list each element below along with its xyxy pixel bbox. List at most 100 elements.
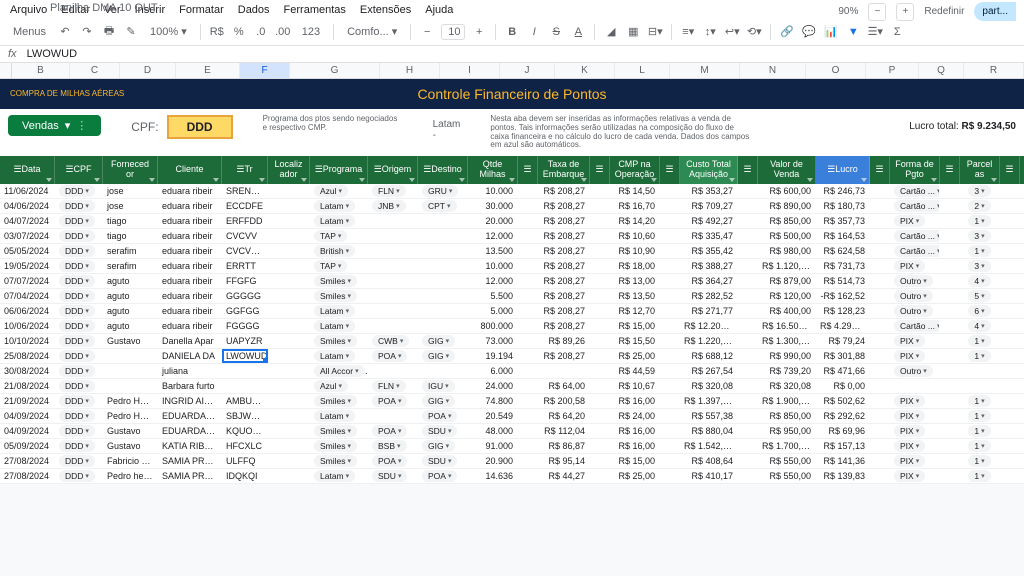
cell-datapgto[interactable]: 04/09/2024 <box>1020 426 1024 436</box>
cell-valor[interactable]: R$ 990,00 <box>758 351 816 361</box>
cell-qtde[interactable]: 12.000 <box>468 231 518 241</box>
cell-custo[interactable]: R$ 410,17 <box>680 471 738 481</box>
cell-taxa[interactable]: R$ 208,27 <box>538 246 590 256</box>
col-P[interactable]: P <box>866 63 919 78</box>
cell-cmp[interactable]: R$ 25,00 <box>610 471 660 481</box>
cell-destino[interactable]: IGU <box>418 380 468 392</box>
cell-programa[interactable]: Azul <box>310 185 368 197</box>
cell-custo[interactable]: R$ 267,54 <box>680 366 738 376</box>
col-D[interactable]: D <box>120 63 176 78</box>
cell-valor[interactable]: R$ 1.120,00 <box>758 261 816 271</box>
cell-cliente[interactable]: eduara ribeir <box>158 276 222 286</box>
cell-programa[interactable]: Smiles <box>310 275 368 287</box>
col-G[interactable]: G <box>290 63 380 78</box>
table-row[interactable]: 04/07/2024DDDtiagoeduara ribeirERFFDDLat… <box>0 214 1024 229</box>
cell-cmp[interactable]: R$ 25,00 <box>610 351 660 361</box>
cell-parcelas[interactable]: 1 <box>960 470 1000 482</box>
cell-forma[interactable]: Cartão ... <box>890 245 940 257</box>
cell-custo[interactable]: R$ 388,27 <box>680 261 738 271</box>
cell-cmp[interactable]: R$ 44,59 <box>610 366 660 376</box>
cell-lucro[interactable]: -R$ 162,52 <box>816 291 870 301</box>
cell-data[interactable]: 10/10/2024 <box>0 336 55 346</box>
cell-programa[interactable]: Latam <box>310 410 368 422</box>
cell-forma[interactable]: Outro <box>890 365 940 377</box>
cell-valor[interactable]: R$ 550,00 <box>758 456 816 466</box>
redo-icon[interactable]: ↷ <box>79 24 95 40</box>
col-R[interactable]: R <box>964 63 1024 78</box>
cell-cliente[interactable]: eduara ribeir <box>158 216 222 226</box>
menu-formatar[interactable]: Formatar <box>179 4 224 16</box>
cell-qtde[interactable]: 5.000 <box>468 306 518 316</box>
cell-tr[interactable]: CVCVCV <box>222 246 268 256</box>
hdr-lucro[interactable]: ☰ Lucro <box>816 156 870 184</box>
cell-custo[interactable]: R$ 1.397,38 <box>680 396 738 406</box>
cell-qtde[interactable]: 19.194 <box>468 351 518 361</box>
cell-cmp[interactable]: R$ 16,70 <box>610 201 660 211</box>
cell-programa[interactable]: British <box>310 245 368 257</box>
hdr-valor[interactable]: Valor de Venda <box>758 156 816 184</box>
cell-datapgto[interactable]: 21/09/2024 <box>1020 396 1024 406</box>
cell-data[interactable]: 07/07/2024 <box>0 276 55 286</box>
percent-icon[interactable]: % <box>231 24 247 40</box>
col-M[interactable]: M <box>670 63 740 78</box>
cell-datapgto[interactable]: 30/08/2024 <box>1020 366 1024 376</box>
table-row[interactable]: 04/09/2024DDDPedro HenriqEDUARDA/LESBJWU… <box>0 409 1024 424</box>
hdr-qtde[interactable]: Qtde Milhas <box>468 156 518 184</box>
cell-taxa[interactable]: R$ 208,27 <box>538 261 590 271</box>
cell-forma[interactable]: PIX <box>890 260 940 272</box>
cell-forma[interactable]: PIX <box>890 455 940 467</box>
cell-forma[interactable]: Cartão ... <box>890 200 940 212</box>
zoom-reset-button[interactable]: Redefinir <box>924 6 964 17</box>
menu-extensoes[interactable]: Extensões <box>360 4 411 16</box>
cell-custo[interactable]: R$ 355,42 <box>680 246 738 256</box>
cell-forma[interactable]: Outro <box>890 290 940 302</box>
cell-forma[interactable]: Cartão ... <box>890 185 940 197</box>
cell-origem[interactable]: FLN <box>368 380 418 392</box>
cell-cliente[interactable]: eduara ribeir <box>158 306 222 316</box>
hdr-taxa[interactable]: Taxa de Embarque <box>538 156 590 184</box>
cell-qtde[interactable]: 24.000 <box>468 381 518 391</box>
cell-custo[interactable]: R$ 1.220,76 <box>680 336 738 346</box>
cell-lucro[interactable]: R$ 502,62 <box>816 396 870 406</box>
cell-cliente[interactable]: eduara ribeir <box>158 186 222 196</box>
hdr-cmp[interactable]: CMP na Operação <box>610 156 660 184</box>
cell-fornecedor[interactable]: Gustavo <box>103 441 158 451</box>
col-L[interactable]: L <box>615 63 670 78</box>
decrease-decimal-icon[interactable]: .0 <box>253 24 269 40</box>
filter-views-icon[interactable]: ☰▾ <box>867 24 883 40</box>
cell-parcelas[interactable]: 1 <box>960 455 1000 467</box>
cell-fornecedor[interactable]: serafim <box>103 261 158 271</box>
merge-icon[interactable]: ⊟▾ <box>647 24 663 40</box>
cell-cmp[interactable]: R$ 13,50 <box>610 291 660 301</box>
cell-origem[interactable]: POA <box>368 395 418 407</box>
cell-cliente[interactable]: juliana <box>158 366 222 376</box>
cell-cpf[interactable]: DDD <box>55 380 103 392</box>
currency-icon[interactable]: R$ <box>209 24 225 40</box>
cell-data[interactable]: 10/06/2024 <box>0 321 55 331</box>
cell-cpf[interactable]: DDD <box>55 215 103 227</box>
menus-button[interactable]: Menus <box>8 23 51 41</box>
cell-lucro[interactable]: R$ 246,73 <box>816 186 870 196</box>
table-row[interactable]: 11/06/2024DDDjoseeduara ribeirSRENDVAzul… <box>0 184 1024 199</box>
vendas-tab[interactable]: Vendas▾⋮ <box>8 115 101 136</box>
cell-cpf[interactable]: DDD <box>55 425 103 437</box>
cell-cliente[interactable]: KATIA RIBEIRO PIRES <box>158 441 222 451</box>
cell-data[interactable]: 04/07/2024 <box>0 216 55 226</box>
cell-custo[interactable]: R$ 408,64 <box>680 456 738 466</box>
cell-cpf[interactable]: DDD <box>55 260 103 272</box>
cell-cliente[interactable]: EDUARDA/LE <box>158 426 222 436</box>
cell-cpf[interactable]: DDD <box>55 365 103 377</box>
cell-valor[interactable]: R$ 500,00 <box>758 231 816 241</box>
col-J[interactable]: J <box>500 63 555 78</box>
table-row[interactable]: 25/08/2024DDDDANIELA DALWOWUDLatamPOAGIG… <box>0 349 1024 364</box>
cell-valor[interactable]: R$ 980,00 <box>758 246 816 256</box>
cell-lucro[interactable]: R$ 624,58 <box>816 246 870 256</box>
cell-qtde[interactable]: 13.500 <box>468 246 518 256</box>
cell-lucro[interactable]: R$ 0,00 <box>816 381 870 391</box>
cell-tr[interactable]: SRENDV <box>222 186 268 196</box>
cell-programa[interactable]: Latam <box>310 320 368 332</box>
cell-cpf[interactable]: DDD <box>55 335 103 347</box>
cell-valor[interactable]: R$ 320,08 <box>758 381 816 391</box>
cell-data[interactable]: 04/09/2024 <box>0 426 55 436</box>
cell-data[interactable]: 11/06/2024 <box>0 186 55 196</box>
